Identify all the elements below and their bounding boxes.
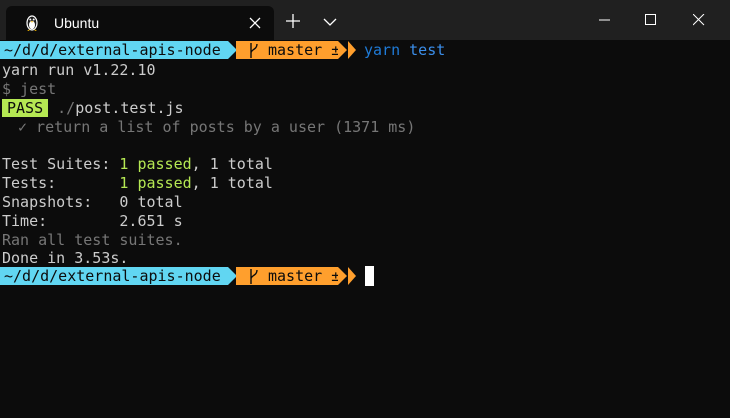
snapshots-line: Snapshots: 0 total: [2, 193, 183, 211]
time-line: Time: 2.651 s: [2, 212, 183, 230]
linux-penguin-icon: [26, 15, 38, 31]
tests-passed: 1 passed: [119, 174, 192, 192]
pass-badge: PASS: [2, 99, 49, 117]
prompt-path-segment: ~/d/d/external-apis-node: [0, 267, 228, 285]
prompt-git-segment: master ±: [236, 41, 341, 59]
minimize-icon: [599, 19, 610, 21]
text-cursor: [365, 266, 374, 286]
test-dir: ./: [57, 99, 76, 117]
close-icon: [693, 14, 705, 26]
tests-summary-line: Tests: 1 passed, 1 total: [2, 174, 273, 192]
test-case-line: ✓ return a list of posts by a user (1371…: [18, 118, 415, 136]
ran-all-line: Ran all test suites.: [2, 231, 183, 249]
tests-total: , 1 total: [191, 174, 273, 192]
maximize-icon: [645, 14, 656, 25]
command-text: yarn test: [364, 41, 445, 59]
git-branch-icon: [250, 269, 258, 284]
test-file: post.test.js: [75, 99, 184, 117]
powerline-separator: [338, 267, 347, 285]
powerline-separator: [338, 41, 347, 59]
tests-label: Tests:: [2, 174, 120, 192]
terminal-output[interactable]: ~/d/d/external-apis-node master ± yarn t…: [0, 40, 730, 418]
prompt-path-segment: ~/d/d/external-apis-node: [0, 41, 228, 59]
terminal-tab[interactable]: Ubuntu: [6, 6, 274, 40]
suites-summary-line: Test Suites: 1 passed, 1 total: [2, 155, 273, 173]
chevron-down-icon[interactable]: [322, 14, 338, 30]
jest-command-line: $ jest: [2, 80, 57, 98]
command-arg: test: [409, 41, 446, 59]
maximize-button[interactable]: [628, 0, 674, 40]
git-branch-icon: [250, 43, 258, 58]
test-case: ✓ return a list of posts by a user (1371…: [18, 118, 416, 136]
close-window-button[interactable]: [676, 0, 722, 40]
close-tab-icon[interactable]: [248, 16, 262, 30]
title-bar: Ubuntu: [0, 0, 730, 40]
branch-name: master ±: [268, 267, 341, 285]
minimize-button[interactable]: [582, 0, 628, 40]
branch-name: master ±: [268, 41, 341, 59]
powerline-arrow: [348, 267, 356, 285]
yarn-version-line: yarn run v1.22.10: [2, 61, 156, 79]
suites-label: Test Suites:: [2, 155, 120, 173]
prompt-git-segment: master ±: [236, 267, 341, 285]
command-bin: yarn: [364, 41, 401, 59]
suites-total: , 1 total: [191, 155, 273, 173]
test-result-line: PASS ./post.test.js: [2, 99, 184, 117]
done-line: Done in 3.53s.: [2, 249, 129, 267]
suites-passed: 1 passed: [119, 155, 192, 173]
powerline-arrow: [348, 41, 356, 59]
new-tab-icon[interactable]: [284, 12, 302, 30]
tab-title: Ubuntu: [54, 15, 100, 31]
